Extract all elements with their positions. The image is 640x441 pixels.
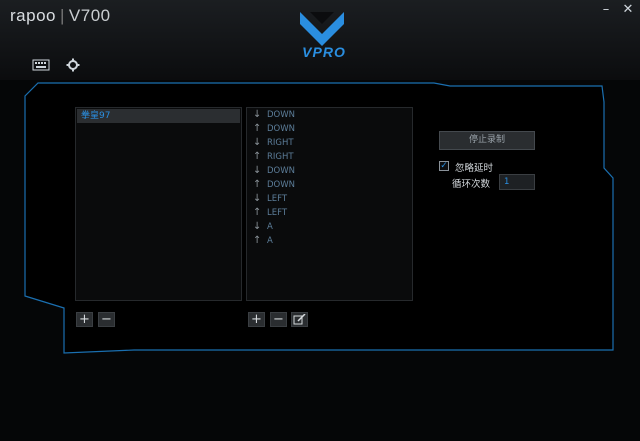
key-up-arrow-icon: ↑ [253, 123, 262, 134]
event-key-label: A [267, 236, 273, 246]
loop-count-input[interactable]: 1 [499, 174, 535, 190]
key-down-arrow-icon: ↓ [253, 109, 262, 120]
event-list-item[interactable]: ↓ A [247, 220, 412, 234]
key-up-arrow-icon: ↑ [253, 235, 262, 246]
brand-logo: rapoo | V700 [10, 6, 111, 25]
event-key-label: DOWN [267, 110, 295, 120]
event-key-label: DOWN [267, 166, 295, 176]
minimize-button[interactable]: – [596, 2, 616, 18]
brand-name: rapoo [10, 6, 56, 25]
key-down-arrow-icon: ↓ [253, 193, 262, 204]
stop-record-button[interactable]: 停止录制 [439, 131, 535, 150]
ignore-delay-checkbox[interactable]: ✓ [439, 161, 449, 171]
event-list-item[interactable]: ↑ RIGHT [247, 150, 412, 164]
model-name: V700 [68, 6, 111, 25]
keyboard-icon[interactable] [32, 58, 50, 72]
edit-icon [293, 313, 306, 325]
key-down-arrow-icon: ↓ [253, 221, 262, 232]
macro-list-item[interactable]: 拳皇97 [77, 109, 240, 123]
ignore-delay-label: 忽略延时 [455, 163, 494, 174]
event-key-label: DOWN [267, 180, 295, 190]
event-key-label: RIGHT [267, 138, 294, 148]
event-list-item[interactable]: ↓ DOWN [247, 164, 412, 178]
loop-count-label: 循环次数 [452, 179, 491, 190]
macro-list[interactable]: 拳皇97 [75, 107, 242, 301]
event-list-item[interactable]: ↑ LEFT [247, 206, 412, 220]
event-list[interactable]: ↓ DOWN ↑ DOWN ↓ RIGHT ↑ RIGHT ↓ DOWN ↑ DOWN ↓ LEFT ↑ LE… [246, 107, 413, 301]
key-up-arrow-icon: ↑ [253, 151, 262, 162]
remove-macro-button[interactable]: − [98, 312, 115, 327]
event-list-item[interactable]: ↓ LEFT [247, 192, 412, 206]
event-list-item[interactable]: ↓ RIGHT [247, 136, 412, 150]
add-event-button[interactable]: + [248, 312, 265, 327]
event-key-label: LEFT [267, 194, 288, 204]
event-list-item[interactable]: ↑ DOWN [247, 122, 412, 136]
event-key-label: LEFT [267, 208, 288, 218]
gear-icon[interactable] [64, 58, 82, 72]
event-list-item[interactable]: ↑ A [247, 234, 412, 248]
key-down-arrow-icon: ↓ [253, 137, 262, 148]
key-up-arrow-icon: ↑ [253, 207, 262, 218]
edit-event-button[interactable] [291, 312, 308, 327]
add-macro-button[interactable]: + [76, 312, 93, 327]
event-list-item[interactable]: ↑ DOWN [247, 178, 412, 192]
event-key-label: RIGHT [267, 152, 294, 162]
event-list-item[interactable]: ↓ DOWN [247, 108, 412, 122]
key-up-arrow-icon: ↑ [253, 179, 262, 190]
close-button[interactable]: ✕ [618, 2, 638, 18]
event-key-label: A [267, 222, 273, 232]
remove-event-button[interactable]: − [270, 312, 287, 327]
vpro-logo-text: VPRO [302, 44, 346, 60]
event-key-label: DOWN [267, 124, 295, 134]
key-down-arrow-icon: ↓ [253, 165, 262, 176]
